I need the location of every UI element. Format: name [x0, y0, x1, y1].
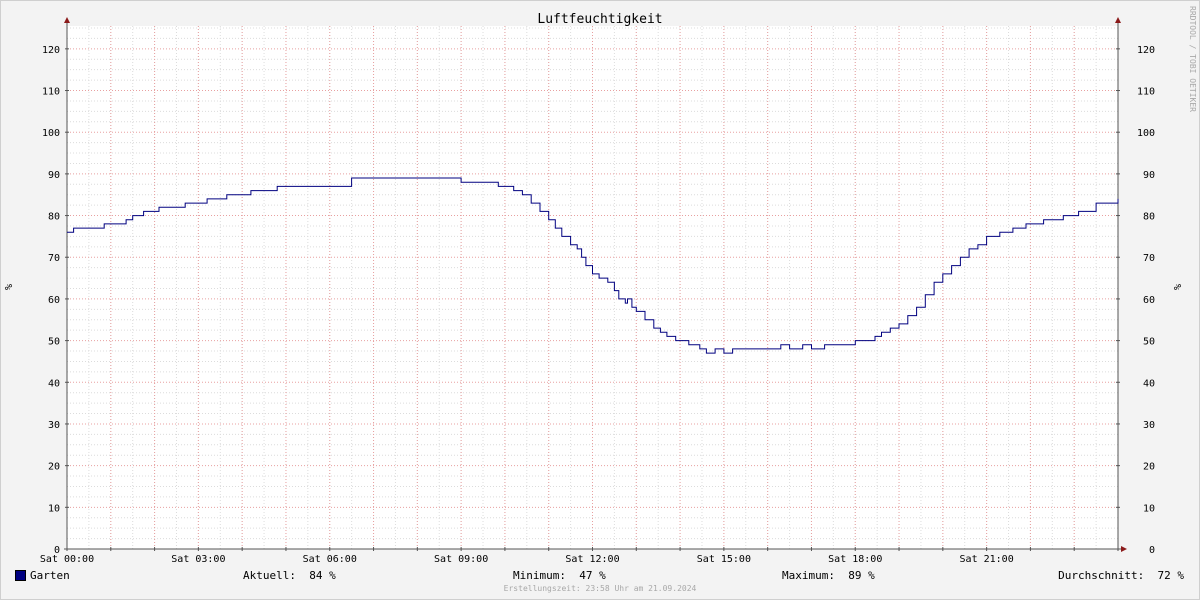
- x-axis-arrow: [1121, 546, 1127, 552]
- legend-maximum-label: Maximum:: [782, 569, 835, 582]
- y-tick-label-left: 40: [48, 378, 60, 389]
- y-tick-label-right: 20: [1143, 462, 1155, 473]
- chart-title: Luftfeuchtigkeit: [537, 12, 662, 27]
- y-tick-label-right: 80: [1143, 212, 1155, 223]
- x-tick-label: Sat 06:00: [303, 554, 357, 565]
- x-tick-label: Sat 00:00: [40, 554, 94, 565]
- y-axis-label-right: %: [1173, 284, 1184, 290]
- legend-maximum: Maximum: 89 %: [782, 568, 875, 584]
- legend-minimum-label: Minimum:: [513, 569, 566, 582]
- x-tick-label: Sat 21:00: [960, 554, 1014, 565]
- y-tick-label-right: 60: [1143, 295, 1155, 306]
- legend-minimum-value: 47 %: [579, 569, 606, 582]
- legend-maximum-value: 89 %: [848, 569, 875, 582]
- y-tick-label-right: 0: [1149, 545, 1155, 556]
- y-axis-label-left: %: [4, 284, 15, 290]
- y-tick-label-left: 20: [48, 462, 60, 473]
- legend-average: Durchschnitt: 72 %: [1058, 568, 1184, 584]
- x-tick-label: Sat 18:00: [828, 554, 882, 565]
- y-tick-label-right: 120: [1137, 45, 1155, 56]
- y-tick-label-left: 30: [48, 420, 60, 431]
- y-tick-label-left: 120: [42, 45, 60, 56]
- generation-time: Erstellungszeit: 23:58 Uhr am 21.09.2024: [503, 584, 697, 593]
- y-tick-label-right: 30: [1143, 420, 1155, 431]
- legend-current: Aktuell: 84 %: [243, 568, 336, 584]
- y-tick-label-left: 70: [48, 253, 60, 264]
- legend-average-value: 72 %: [1157, 569, 1185, 582]
- legend-series-name: Garten: [30, 569, 70, 582]
- y-tick-label-left: 100: [42, 128, 60, 139]
- y-tick-label-left: 10: [48, 503, 60, 514]
- y-tick-label-left: 80: [48, 212, 60, 223]
- y-tick-label-right: 100: [1137, 128, 1155, 139]
- legend-average-label: Durchschnitt:: [1058, 569, 1145, 582]
- x-tick-label: Sat 09:00: [434, 554, 488, 565]
- y-tick-label-right: 90: [1143, 170, 1155, 181]
- legend-swatch-garten: [15, 570, 26, 581]
- humidity-chart: 0 010 1020 2030 3040 4050 5060 6070 7080 8090 9010…: [4, 6, 1197, 565]
- watermark: RRDTOOL / TOBI OETIKER: [1188, 6, 1197, 112]
- x-tick-labels: Sat 00:00 Sat 03:00 Sat 06:00 Sat 09:00 Sat …: [40, 554, 1014, 565]
- y-tick-label-left: 50: [48, 337, 60, 348]
- y-axis-arrow-right: [1115, 17, 1121, 23]
- y-tick-label-left: 90: [48, 170, 60, 181]
- x-tick-label: Sat 03:00: [171, 554, 225, 565]
- y-tick-label-right: 10: [1143, 503, 1155, 514]
- legend-current-value: 84 %: [309, 569, 336, 582]
- y-axis-arrow-left: [64, 17, 70, 23]
- x-tick-label: Sat 15:00: [697, 554, 751, 565]
- legend-current-label: Aktuell:: [243, 569, 296, 582]
- y-tick-label-left: 60: [48, 295, 60, 306]
- y-tick-label-right: 70: [1143, 253, 1155, 264]
- y-tick-label-left: 110: [42, 87, 60, 98]
- y-tick-label-right: 110: [1137, 87, 1155, 98]
- x-tick-label: Sat 12:00: [565, 554, 619, 565]
- legend-minimum: Minimum: 47 %: [513, 568, 606, 584]
- y-tick-label-right: 50: [1143, 337, 1155, 348]
- y-tick-label-right: 40: [1143, 378, 1155, 389]
